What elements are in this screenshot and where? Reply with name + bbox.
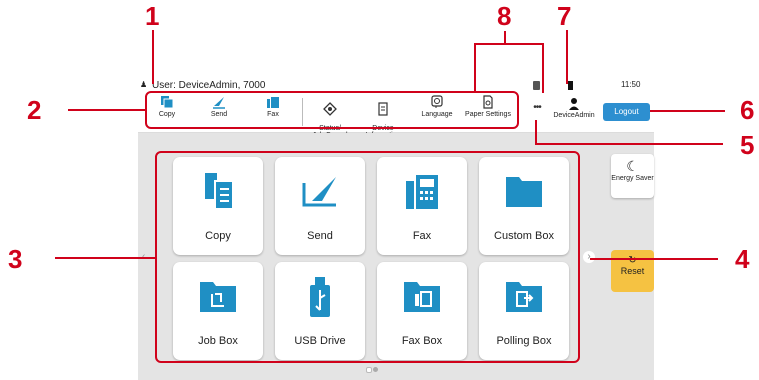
user-icon: ♟ (140, 80, 148, 89)
callout-number: 2 (27, 95, 42, 125)
user-icon (569, 98, 579, 110)
callout-number: 6 (740, 95, 755, 125)
energy-saver-button[interactable]: ☾ Energy Saver (611, 154, 654, 198)
callout-box-tiles (155, 151, 580, 363)
energy-saver-label: Energy Saver (611, 175, 654, 182)
callout-leader (542, 43, 544, 93)
callout-number: 5 (740, 130, 755, 160)
callout-number: 4 (735, 244, 750, 274)
callout-leader (504, 31, 506, 43)
callout-leader (535, 143, 723, 145)
callout-number: 8 (497, 1, 512, 31)
callout-leader (55, 257, 155, 259)
storage-icon (568, 81, 573, 90)
page-dot-active (373, 367, 378, 372)
reset-label: Reset (620, 266, 645, 276)
account-button[interactable]: DeviceAdmin (552, 96, 596, 130)
callout-leader (650, 110, 725, 112)
logout-button[interactable]: Logout (603, 103, 650, 121)
callout-number: 7 (557, 1, 572, 31)
chevron-right-icon[interactable]: › (583, 251, 595, 263)
user-info: User: DeviceAdmin, 7000 (152, 80, 266, 91)
callout-leader (474, 43, 476, 93)
memory-icon (533, 81, 540, 90)
callout-leader (566, 30, 568, 84)
account-label: DeviceAdmin (553, 112, 595, 119)
callout-leader (590, 258, 718, 260)
reset-icon: ↻ (628, 255, 637, 266)
page-dot (366, 367, 372, 373)
callout-leader (68, 109, 146, 111)
callout-leader (535, 120, 537, 144)
moon-icon: ☾ (626, 158, 639, 174)
callout-number: 3 (8, 244, 23, 274)
reset-button[interactable]: ↻ Reset (611, 250, 654, 292)
callout-leader (474, 43, 544, 45)
callout-number: 1 (145, 1, 160, 31)
callout-box-toolbar (145, 91, 519, 129)
more-button[interactable]: ••• (526, 102, 548, 116)
clock: 11:50 (621, 80, 641, 89)
callout-leader (152, 30, 154, 84)
